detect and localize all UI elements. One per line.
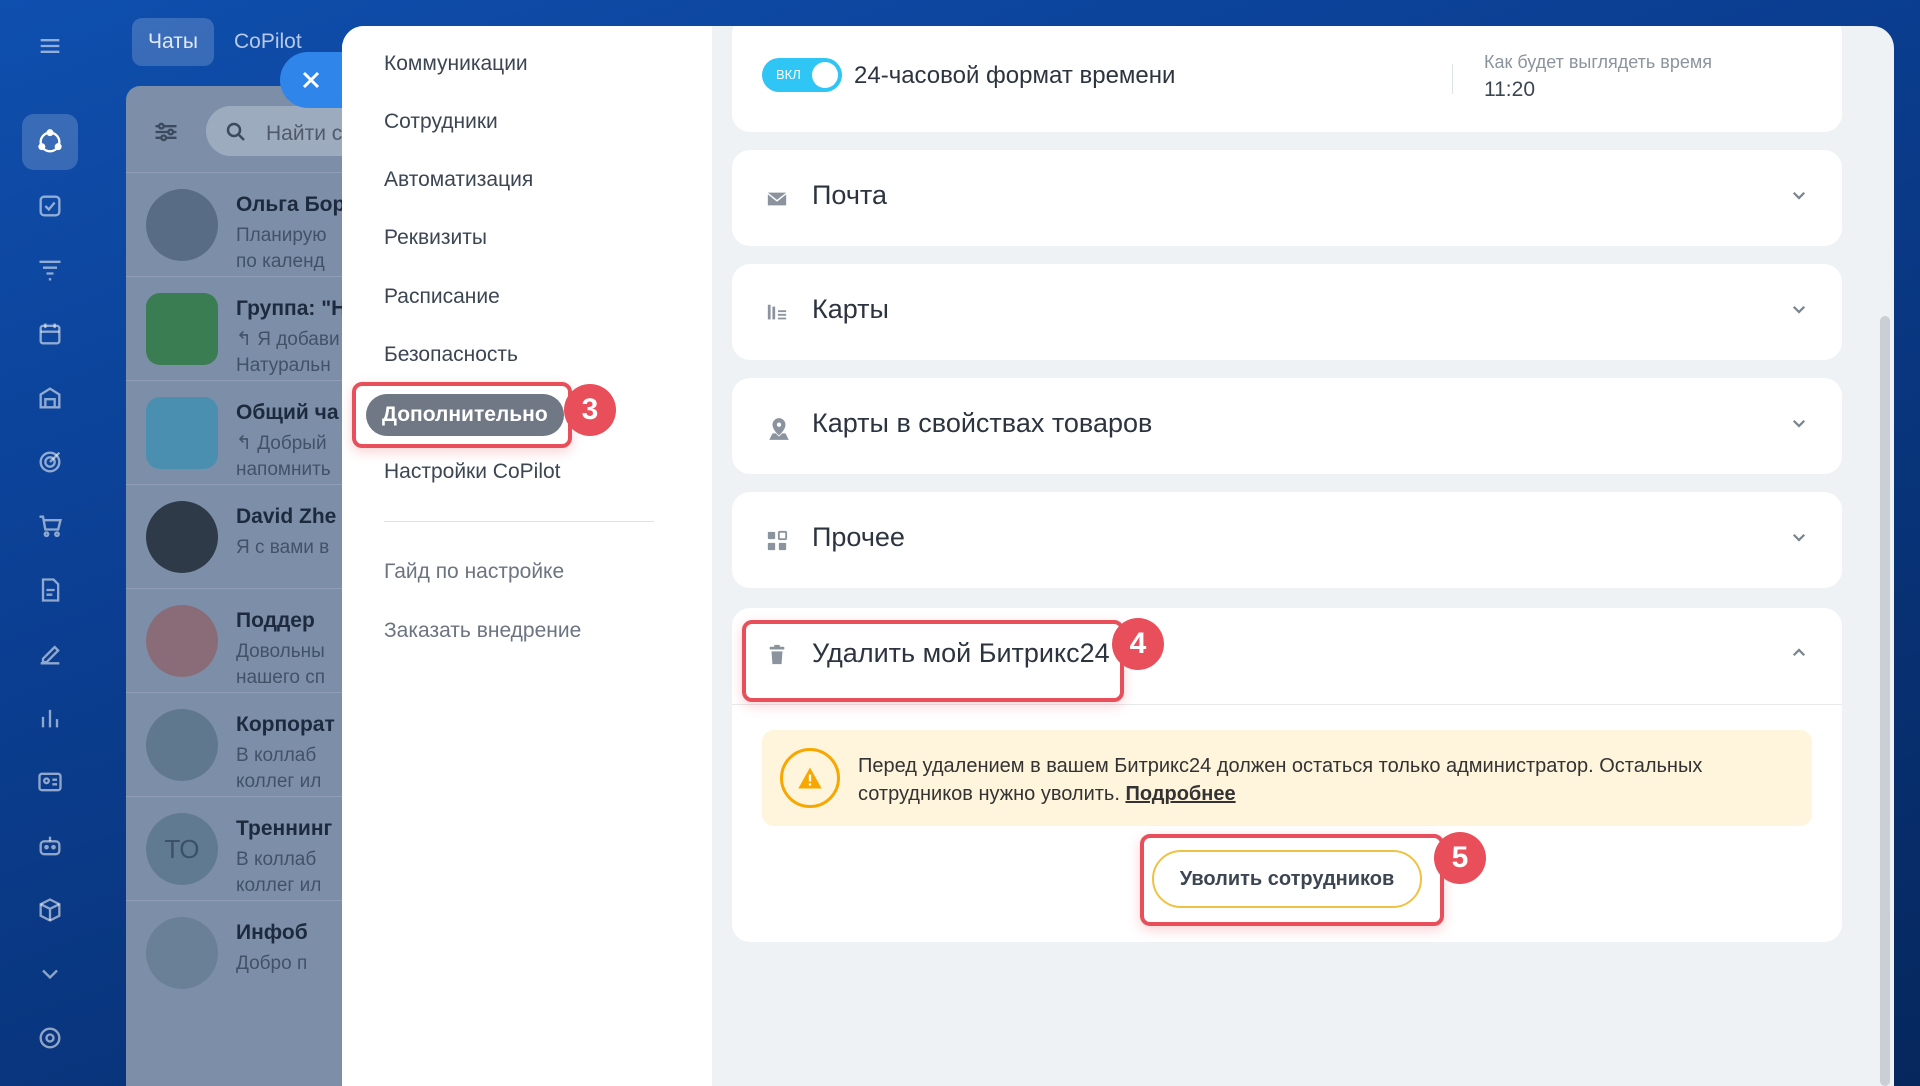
toggle-knob	[812, 62, 838, 88]
step-badge: 4	[1112, 618, 1164, 670]
chat-name: Корпорат	[236, 713, 335, 736]
contacts-icon[interactable]	[22, 754, 78, 810]
chat-name: Группа: "Н	[236, 297, 347, 320]
menu-divider	[384, 521, 654, 522]
more-info-link[interactable]: Подробнее	[1125, 783, 1235, 805]
section-other[interactable]: Прочее	[732, 492, 1842, 588]
highlight-box	[1140, 834, 1444, 926]
menu-item-automation[interactable]: Автоматизация	[384, 162, 533, 198]
time-format-toggle[interactable]: ВКЛ	[762, 58, 842, 92]
search-icon	[224, 120, 248, 144]
store-icon[interactable]	[22, 370, 78, 426]
grid-icon	[766, 530, 788, 552]
divider	[732, 704, 1842, 705]
section-title: Карты в свойствах товаров	[812, 408, 1153, 438]
chevron-down-icon[interactable]	[1790, 186, 1808, 204]
bot-avatar	[146, 917, 218, 989]
chevron-down-icon[interactable]	[22, 946, 78, 1002]
close-slider-button[interactable]	[280, 52, 342, 108]
document-icon[interactable]	[22, 562, 78, 618]
settings-menu: Коммуникации Сотрудники Автоматизация Ре…	[342, 26, 712, 1086]
cart-icon[interactable]	[22, 498, 78, 554]
chevron-up-icon[interactable]	[1790, 644, 1808, 662]
section-product-maps[interactable]: Карты в свойствах товаров	[732, 378, 1842, 474]
toggle-label: ВКЛ	[776, 67, 801, 82]
chat-preview: ↰ Я добави Натуральн	[236, 329, 340, 376]
chat-search-placeholder: Найти с	[266, 122, 343, 145]
crm-icon[interactable]	[22, 242, 78, 298]
chat-name: Общий ча	[236, 401, 339, 424]
menu-link-order-implementation[interactable]: Заказать внедрение	[384, 613, 581, 649]
avatar	[146, 501, 218, 573]
avatar	[146, 709, 218, 781]
chat-name: Треннинг	[236, 817, 333, 840]
separator	[1452, 64, 1453, 94]
section-title: Почта	[812, 180, 887, 210]
robot-icon[interactable]	[22, 818, 78, 874]
menu-item-copilot-settings[interactable]: Настройки CoPilot	[384, 454, 561, 490]
chat-preview: Довольны нашего сп	[236, 641, 326, 688]
chat-name: Инфоб	[236, 921, 308, 944]
time-preview-value: 11:20	[1484, 78, 1535, 101]
calendar-icon[interactable]	[22, 306, 78, 362]
step-badge: 3	[564, 384, 616, 436]
sign-icon[interactable]	[22, 626, 78, 682]
menu-icon[interactable]	[22, 18, 78, 74]
section-mail[interactable]: Почта	[732, 150, 1842, 246]
chat-preview: Добро п	[236, 953, 308, 974]
settings-gear-icon[interactable]	[22, 1010, 78, 1066]
scrollbar[interactable]	[1880, 316, 1890, 1086]
section-title: Прочее	[812, 522, 905, 552]
target-icon[interactable]	[22, 434, 78, 490]
chevron-down-icon[interactable]	[1790, 300, 1808, 318]
menu-link-setup-guide[interactable]: Гайд по настройке	[384, 554, 564, 590]
chat-name: Поддер	[236, 609, 315, 632]
warning-icon	[780, 748, 840, 808]
chat-preview: Планирую по календ	[236, 225, 327, 272]
chat-preview: Я с вами в	[236, 537, 330, 558]
chat-preview: В коллаб коллег ил	[236, 745, 322, 792]
messenger-icon[interactable]	[22, 114, 78, 170]
avatar	[146, 189, 218, 261]
menu-item-security[interactable]: Безопасность	[384, 337, 518, 373]
menu-item-communications[interactable]: Коммуникации	[384, 46, 528, 82]
settings-slider: Коммуникации Сотрудники Автоматизация Ре…	[342, 26, 1894, 1086]
mail-icon	[766, 188, 788, 210]
avatar: ТО	[146, 813, 218, 885]
step-badge: 5	[1434, 832, 1486, 884]
time-format-label: 24-часовой формат времени	[854, 62, 1176, 89]
menu-item-schedule[interactable]: Расписание	[384, 279, 500, 315]
highlight-box	[742, 620, 1124, 702]
general-chat-avatar	[146, 397, 218, 469]
box-icon[interactable]	[22, 882, 78, 938]
chevron-down-icon[interactable]	[1790, 414, 1808, 432]
filter-icon[interactable]	[150, 118, 182, 146]
menu-item-requisites[interactable]: Реквизиты	[384, 220, 487, 256]
section-maps[interactable]: Карты	[732, 264, 1842, 360]
group-avatar	[146, 293, 218, 365]
chat-name: Ольга Бор	[236, 193, 346, 216]
menu-item-employees[interactable]: Сотрудники	[384, 104, 498, 140]
map-settings-icon	[766, 302, 788, 324]
tasks-icon[interactable]	[22, 178, 78, 234]
left-rail	[0, 0, 100, 1086]
close-icon	[302, 71, 320, 89]
analytics-icon[interactable]	[22, 690, 78, 746]
time-preview-hint: Как будет выглядеть время	[1484, 52, 1713, 72]
chat-name: David Zhe	[236, 505, 337, 528]
highlight-box	[352, 382, 572, 448]
chat-preview: В коллаб коллег ил	[236, 849, 322, 896]
chat-preview: ↰ Добрый напомнить	[236, 433, 331, 480]
section-title: Карты	[812, 294, 889, 324]
chevron-down-icon[interactable]	[1790, 528, 1808, 546]
tab-chats[interactable]: Чаты	[132, 18, 214, 66]
avatar	[146, 605, 218, 677]
warning-text: Перед удалением в вашем Битрикс24 должен…	[858, 755, 1703, 805]
time-format-card: ВКЛ 24-часовой формат времени Как будет …	[732, 26, 1842, 132]
location-pin-icon	[766, 416, 789, 440]
warning-alert: Перед удалением в вашем Битрикс24 должен…	[762, 730, 1812, 826]
